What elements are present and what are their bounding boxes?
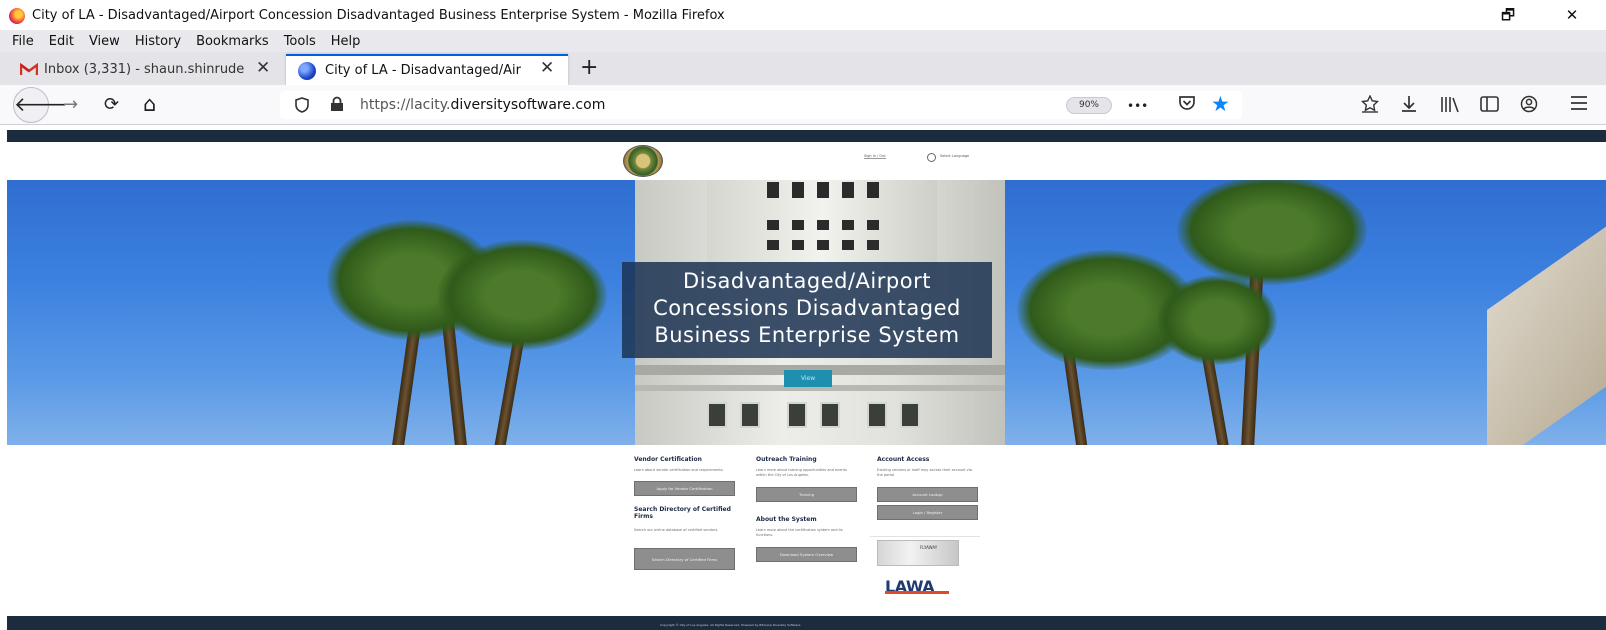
reload-button[interactable]: ⟳ xyxy=(104,95,119,115)
sidebar-icon[interactable] xyxy=(1480,96,1499,117)
gmail-icon xyxy=(19,62,39,76)
search-directory-heading: Search Directory of Certified Firms xyxy=(634,506,731,520)
about-system-heading: About the System xyxy=(756,516,817,523)
sign-in-link[interactable]: Sign In / Out xyxy=(864,154,886,159)
home-button[interactable]: ⌂ xyxy=(143,94,156,115)
tab-label: Inbox (3,331) - shaun.shinrude xyxy=(44,62,245,77)
restore-window-button[interactable]: 🗗 xyxy=(1496,5,1520,25)
outreach-training-heading: Outreach Training xyxy=(756,456,817,463)
corner-building xyxy=(1487,211,1606,445)
vendor-certification-text: Learn about vendor certification and req… xyxy=(634,468,724,472)
account-lookup-button[interactable]: Account Lookup xyxy=(877,487,978,502)
hero-view-button[interactable]: View xyxy=(784,370,832,387)
menu-file[interactable]: File xyxy=(12,34,34,49)
menu-tools[interactable]: Tools xyxy=(284,34,316,49)
download-overview-button[interactable]: Download System Overview xyxy=(756,547,857,562)
bookmark-star-icon[interactable]: ★ xyxy=(1211,94,1230,115)
account-access-heading: Account Access xyxy=(877,456,930,463)
menu-history[interactable]: History xyxy=(135,34,181,49)
close-window-button[interactable]: ✕ xyxy=(1560,5,1584,25)
tab-label: City of LA - Disadvantaged/Air xyxy=(325,63,521,78)
footer-text: Copyright © City of Los Angeles. All Rig… xyxy=(660,623,802,627)
hero-title: Disadvantaged/Airport Concessions Disadv… xyxy=(653,269,961,347)
training-button[interactable]: Training xyxy=(756,487,857,502)
forward-button[interactable]: → xyxy=(63,95,78,115)
tab-city-of-la[interactable]: City of LA - Disadvantaged/Air xyxy=(286,54,568,85)
divider xyxy=(870,536,980,537)
bookmarks-toolbar-icon[interactable] xyxy=(1360,94,1380,118)
library-icon[interactable] xyxy=(1440,95,1460,118)
menu-bar: File Edit View History Bookmarks Tools H… xyxy=(0,30,1606,52)
city-seal-logo[interactable] xyxy=(623,145,663,177)
menu-edit[interactable]: Edit xyxy=(49,34,74,49)
menu-help[interactable]: Help xyxy=(331,34,361,49)
menu-icon[interactable] xyxy=(1570,95,1588,116)
login-register-button[interactable]: Login / Register xyxy=(877,505,978,520)
palm-tree xyxy=(437,240,607,350)
flyaway-partner-logo[interactable] xyxy=(877,540,959,566)
window-title: City of LA - Disadvantaged/Airport Conce… xyxy=(32,8,725,23)
lawa-logo-underline xyxy=(885,591,949,594)
lock-icon[interactable] xyxy=(330,96,344,117)
outreach-training-text: Learn more about training opportunities … xyxy=(756,468,847,477)
zoom-indicator[interactable]: 90% xyxy=(1066,97,1112,114)
close-tab-icon[interactable]: ✕ xyxy=(256,58,270,78)
search-directory-text: Search our online database of certified … xyxy=(634,528,719,532)
site-header xyxy=(7,142,1606,180)
shield-icon[interactable] xyxy=(295,97,309,119)
window-titlebar: City of LA - Disadvantaged/Airport Conce… xyxy=(0,0,1606,30)
vendor-certification-heading: Vendor Certification xyxy=(634,456,702,463)
back-button[interactable]: 🡐 xyxy=(13,87,68,123)
download-icon[interactable] xyxy=(1401,95,1417,118)
tab-gmail[interactable]: Inbox (3,331) - shaun.shinrude xyxy=(12,54,282,85)
firefox-icon xyxy=(9,8,25,24)
menu-bookmarks[interactable]: Bookmarks xyxy=(196,34,269,49)
site-top-strip xyxy=(7,130,1606,142)
account-icon[interactable] xyxy=(1520,95,1538,118)
site-footer xyxy=(7,616,1606,630)
tab-strip: Inbox (3,331) - shaun.shinrude ✕ City of… xyxy=(0,52,1606,85)
palm-tree xyxy=(1177,180,1367,285)
flyaway-logo-text: FLYAWAY xyxy=(920,545,938,550)
search-directory-button[interactable]: Search Directory of Certified Firms xyxy=(634,548,735,570)
account-access-text: Existing vendors or staff may access the… xyxy=(877,468,972,477)
select-language-link[interactable]: Select Language xyxy=(940,154,969,158)
pocket-icon[interactable] xyxy=(1178,95,1196,116)
url-text[interactable]: https://lacity.diversitysoftware.com xyxy=(360,97,605,113)
close-tab-icon[interactable]: ✕ xyxy=(540,58,554,78)
language-globe-icon[interactable] xyxy=(927,153,936,162)
menu-view[interactable]: View xyxy=(89,34,120,49)
about-system-text: Learn more about the certification syste… xyxy=(756,528,843,537)
apply-certification-button[interactable]: Apply for Vendor Certification xyxy=(634,481,735,496)
page-actions-button[interactable]: ••• xyxy=(1127,96,1148,116)
palm-tree xyxy=(1157,275,1277,365)
globe-icon xyxy=(298,61,316,80)
new-tab-button[interactable]: + xyxy=(580,55,598,80)
